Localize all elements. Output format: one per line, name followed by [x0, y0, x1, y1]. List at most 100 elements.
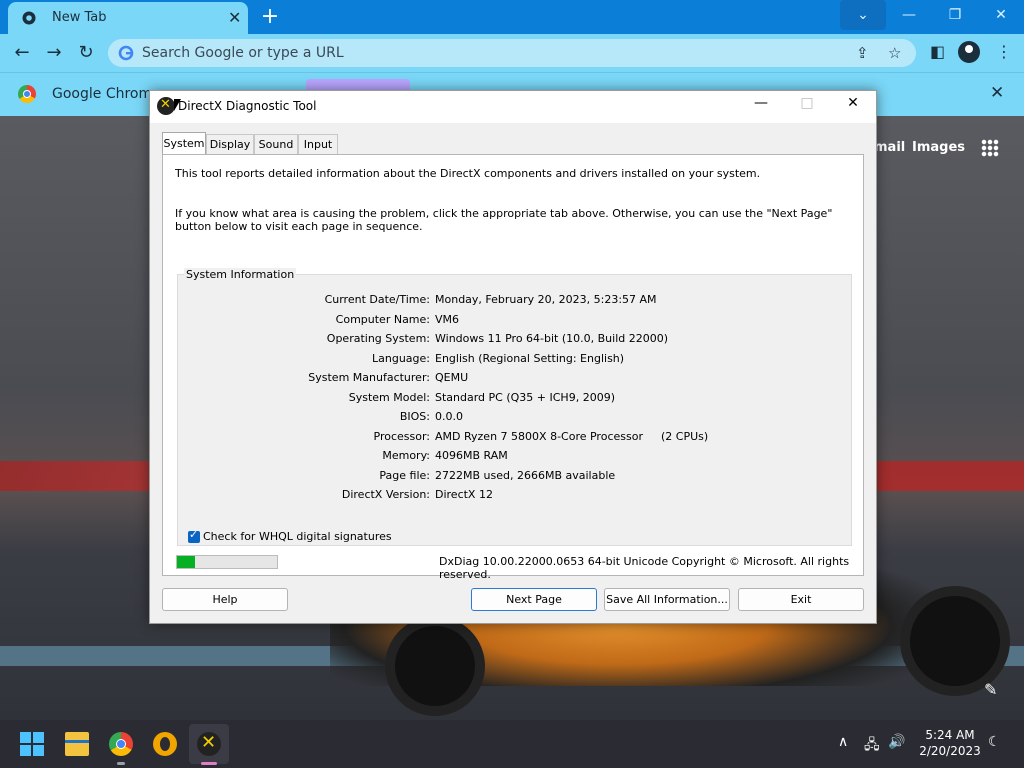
info-key: System Manufacturer: — [308, 371, 430, 384]
clock-time: 5:24 AM — [925, 728, 975, 742]
dxdiag-window: DirectX Diagnostic Tool — □ ✕ System Dis… — [149, 90, 877, 624]
next-page-button[interactable]: Next Page — [471, 588, 597, 611]
info-row-directx-version: DirectX Version: DirectX 12 — [178, 488, 851, 506]
tab-input[interactable]: Input — [298, 134, 338, 155]
google-g-icon — [118, 45, 134, 61]
dxdiag-close-icon[interactable]: ✕ — [838, 95, 868, 111]
images-link[interactable]: Images — [912, 140, 965, 155]
dxdiag-titlebar[interactable]: DirectX Diagnostic Tool — □ ✕ — [150, 91, 876, 123]
profile-avatar-icon[interactable] — [958, 41, 980, 63]
dxdiag-active-indicator — [201, 762, 217, 765]
info-value: English (Regional Setting: English) — [435, 351, 625, 365]
dxdiag-minimize-icon[interactable]: — — [746, 95, 776, 111]
info-row-page-file: Page file: 2722MB used, 2666MB available — [178, 469, 851, 487]
info-value: VM6 — [435, 312, 460, 326]
customize-pencil-icon[interactable]: ✎ — [984, 680, 997, 699]
instructions-text: If you know what area is causing the pro… — [175, 207, 833, 233]
info-key: Language: — [372, 351, 430, 365]
save-all-information-button[interactable]: Save All Information... — [604, 588, 730, 611]
bookmark-star-icon[interactable]: ☆ — [888, 44, 901, 62]
focus-moon-icon[interactable]: ☾ — [988, 734, 1001, 750]
tab-search-chevron-icon[interactable]: ⌄ — [840, 0, 886, 30]
info-value-cpu-count: (2 CPUs) — [661, 429, 709, 443]
window-restore-icon[interactable]: ❐ — [932, 0, 978, 30]
tab-display[interactable]: Display — [206, 134, 254, 155]
info-row-computer-name: Computer Name: VM6 — [178, 313, 851, 331]
info-key: Processor: — [373, 429, 431, 443]
info-value: AMD Ryzen 7 5800X 8-Core Processor — [435, 429, 643, 443]
info-row-operating-system: Operating System: Windows 11 Pro 64-bit … — [178, 332, 851, 350]
show-hidden-icons-chevron-icon[interactable]: ∧ — [838, 734, 848, 750]
system-tab-panel: This tool reports detailed information a… — [162, 154, 864, 576]
tab-system[interactable]: System — [162, 132, 206, 155]
clock-date: 2/20/2023 — [919, 744, 981, 758]
info-key: System Model: — [348, 390, 430, 404]
new-tab-plus-icon[interactable]: + — [258, 4, 282, 29]
window-minimize-icon[interactable]: — — [886, 0, 932, 30]
antivirus-icon[interactable] — [153, 732, 177, 756]
info-value: Windows 11 Pro 64-bit (10.0, Build 22000… — [435, 332, 669, 345]
chrome-tabstrip: New Tab ✕ + ⌄ — ❐ ✕ — [0, 0, 1024, 34]
share-icon[interactable]: ⇪ — [856, 44, 869, 62]
info-row-language: Language: English (Regional Setting: Eng… — [178, 352, 851, 370]
whql-checkbox[interactable] — [188, 528, 200, 543]
chrome-taskbar-icon[interactable] — [109, 732, 133, 756]
whql-checkbox-label[interactable]: Check for WHQL digital signatures — [203, 530, 392, 543]
progress-bar — [176, 555, 278, 569]
tab-new-tab[interactable]: New Tab ✕ — [8, 2, 248, 34]
group-title: System Information — [184, 268, 297, 281]
info-value: 4096MB RAM — [435, 449, 508, 462]
omnibox-placeholder: Search Google or type a URL — [142, 45, 344, 61]
dxdiag-title: DirectX Diagnostic Tool — [178, 99, 317, 113]
background-wheel — [385, 616, 485, 716]
omnibox[interactable]: Search Google or type a URL ⇪ ☆ — [108, 39, 916, 67]
progress-bar-fill — [177, 556, 195, 568]
info-value: 2722MB used, 2666MB available — [435, 468, 616, 482]
tab-close-icon[interactable]: ✕ — [228, 8, 241, 27]
dxdiag-maximize-icon: □ — [800, 95, 814, 111]
window-close-icon[interactable]: ✕ — [978, 0, 1024, 30]
info-row-processor: Processor: AMD Ryzen 7 5800X 8-Core Proc… — [178, 430, 851, 448]
infobar-message: Google Chrome — [52, 86, 161, 102]
info-value: Monday, February 20, 2023, 5:23:57 AM — [435, 293, 657, 306]
volume-icon[interactable]: 🔊 — [888, 734, 905, 750]
dxdiag-taskbar-icon[interactable] — [197, 732, 221, 756]
info-key: Current Date/Time: — [324, 293, 430, 306]
gmail-link[interactable]: mail — [874, 140, 905, 155]
tab-sound[interactable]: Sound — [254, 134, 298, 155]
intro-text: This tool reports detailed information a… — [175, 167, 761, 180]
exit-button[interactable]: Exit — [738, 588, 864, 611]
info-key: Page file: — [379, 468, 430, 482]
info-value: QEMU — [435, 371, 469, 384]
info-value: DirectX 12 — [435, 488, 493, 501]
back-arrow-icon[interactable]: ← — [10, 42, 34, 64]
file-explorer-icon[interactable] — [65, 732, 89, 756]
taskbar-clock[interactable]: 5:24 AM 2/20/2023 — [918, 727, 982, 759]
side-panel-icon[interactable]: ◧ — [930, 42, 945, 61]
info-row-bios: BIOS: 0.0.0 — [178, 410, 851, 428]
infobar-close-icon[interactable]: ✕ — [990, 83, 1004, 103]
forward-arrow-icon[interactable]: → — [42, 42, 66, 64]
info-row-system-manufacturer: System Manufacturer: QEMU — [178, 371, 851, 389]
info-key: Operating System: — [326, 332, 430, 345]
system-information-group: System Information Current Date/Time: Mo… — [177, 268, 852, 546]
directx-icon — [157, 97, 175, 115]
start-windows-icon[interactable] — [20, 732, 44, 756]
chrome-logo-icon — [18, 85, 36, 103]
info-key: Memory: — [382, 449, 430, 462]
info-value: 0.0.0 — [435, 410, 463, 423]
windows-taskbar: ∧ 🖧 🔊 5:24 AM 2/20/2023 ☾ — [0, 720, 1024, 768]
chrome-toolbar: ← → ↻ Search Google or type a URL ⇪ ☆ ◧ … — [0, 34, 1024, 72]
help-button[interactable]: Help — [162, 588, 288, 611]
reload-icon[interactable]: ↻ — [74, 42, 98, 64]
info-row-memory: Memory: 4096MB RAM — [178, 449, 851, 467]
tab-title: New Tab — [52, 10, 107, 25]
chrome-favicon-icon — [22, 11, 36, 25]
chrome-running-indicator — [117, 762, 125, 765]
info-key: Computer Name: — [335, 312, 430, 326]
version-copyright-text: DxDiag 10.00.22000.0653 64-bit Unicode C… — [439, 555, 850, 581]
info-row-system-model: System Model: Standard PC (Q35 + ICH9, 2… — [178, 391, 851, 409]
chrome-menu-icon[interactable]: ⋮ — [996, 42, 1012, 61]
network-icon[interactable]: 🖧 — [864, 734, 880, 758]
google-apps-icon[interactable] — [981, 139, 999, 157]
